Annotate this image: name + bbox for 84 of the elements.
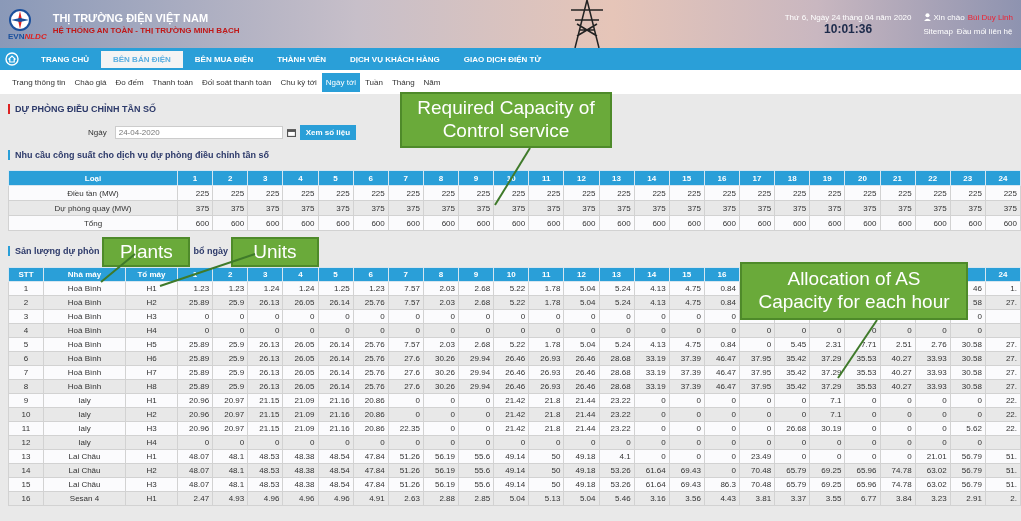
logo-icon	[8, 7, 32, 32]
logo-text: EVN	[8, 31, 25, 41]
sub-tab[interactable]: Trang thông tin	[8, 72, 70, 92]
column-header: 4	[282, 170, 318, 186]
column-header: 24	[985, 170, 1021, 186]
column-header: 8	[423, 267, 459, 282]
section-subtitle: Sản lượng dự phòn	[8, 246, 100, 256]
column-header: 16	[704, 170, 740, 186]
user-name-link[interactable]: Bùi Duy Linh	[967, 12, 1013, 22]
column-header: 4	[282, 267, 318, 282]
clock-time: 10:01:36	[824, 21, 874, 36]
leader-line	[494, 147, 531, 206]
callout-label: Allocation of AS Capacity for each hour	[740, 262, 968, 320]
callout-label: Required Capacity of Control service	[400, 92, 612, 148]
column-header: 19	[809, 170, 845, 186]
column-header: 6	[353, 267, 389, 282]
column-header: 16	[704, 267, 740, 282]
logo-text: NLDC	[24, 31, 47, 41]
nav-tab[interactable]: THÀNH VIÊN	[265, 50, 339, 68]
user-icon	[923, 13, 931, 21]
column-header: 12	[563, 170, 599, 186]
column-header: 14	[634, 267, 670, 282]
column-header: 24	[985, 267, 1021, 282]
column-header: 8	[423, 170, 459, 186]
column-header: 1	[177, 170, 213, 186]
column-header: 9	[458, 170, 494, 186]
column-header: 12	[563, 267, 599, 282]
column-header: 13	[599, 170, 635, 186]
column-header: 2	[212, 267, 248, 282]
sub-tab[interactable]: Tháng	[387, 72, 419, 92]
column-header: 10	[493, 267, 529, 282]
column-header: 7	[388, 267, 424, 282]
brand-title: THỊ TRƯỜNG ĐIỆN VIỆT NAM	[52, 11, 210, 24]
calendar-icon[interactable]	[286, 128, 296, 137]
sub-tab[interactable]: Năm	[419, 72, 445, 92]
date-label: Ngày	[88, 128, 107, 137]
home-icon[interactable]	[5, 52, 19, 66]
callout-label: Plants	[102, 237, 191, 267]
column-header: Tổ máy	[125, 267, 178, 282]
column-header: 18	[774, 170, 810, 186]
column-header: 22	[915, 170, 951, 186]
sub-tab[interactable]: Thanh toán	[148, 72, 198, 92]
column-header: Nhà máy	[43, 267, 126, 282]
column-header: 3	[247, 267, 283, 282]
column-header: 9	[458, 267, 494, 282]
nav-tab[interactable]: BÊN BÁN ĐIỆN	[101, 50, 183, 68]
column-header: 15	[669, 170, 705, 186]
header-link[interactable]: Đầu mối liên hệ	[956, 26, 1013, 36]
column-header: STT	[8, 267, 44, 282]
column-header: 21	[880, 170, 916, 186]
brand-slogan: HỆ THỐNG AN TOÀN - THỊ TRƯỜNG MINH BẠCH	[52, 25, 240, 35]
column-header: 7	[388, 170, 424, 186]
header-link[interactable]: Sitemap	[923, 26, 953, 36]
view-data-button[interactable]: Xem số liệu	[299, 125, 357, 140]
column-header: 5	[318, 170, 354, 186]
column-header: 3	[247, 170, 283, 186]
sub-tab[interactable]: Chào giá	[70, 72, 111, 92]
section-subtitle: bổ ngày	[193, 246, 228, 256]
column-header: 5	[318, 267, 354, 282]
sub-tab[interactable]: Tuần	[360, 72, 387, 92]
sub-tab[interactable]: Đối soát thanh toán	[198, 72, 276, 92]
column-header: 14	[634, 170, 670, 186]
column-header: 20	[844, 170, 880, 186]
sub-tab[interactable]: Đo đếm	[111, 72, 148, 92]
column-header: Loại	[8, 170, 178, 186]
column-header: 13	[599, 267, 635, 282]
nav-tab[interactable]: GIAO DỊCH ĐIỆN TỬ	[451, 50, 554, 68]
column-header: 23	[950, 170, 986, 186]
nav-tab[interactable]: BÊN MUA ĐIỆN	[182, 50, 266, 68]
date-text: Thứ 6, Ngày 24 tháng 04 năm 2020	[784, 12, 912, 22]
column-header: 17	[739, 170, 775, 186]
sub-tab[interactable]: Ngày tới	[321, 72, 360, 92]
column-header: 6	[353, 170, 389, 186]
greeting-text: Xin chào	[933, 12, 965, 22]
callout-label: Units	[230, 237, 319, 267]
date-field[interactable]: 24-04-2020	[114, 126, 283, 139]
sub-tab[interactable]: Chu kỳ tới	[276, 72, 321, 92]
nav-tab[interactable]: TRANG CHỦ	[29, 50, 101, 68]
column-header: 15	[669, 267, 705, 282]
column-header: 11	[528, 267, 564, 282]
column-header: 11	[528, 170, 564, 186]
section-subtitle: Nhu cầu công suất cho dịch vụ dự phòng điều chỉnh tần số	[8, 150, 270, 160]
column-header: 2	[212, 170, 248, 186]
nav-tab[interactable]: DỊCH VỤ KHÁCH HÀNG	[338, 50, 452, 68]
